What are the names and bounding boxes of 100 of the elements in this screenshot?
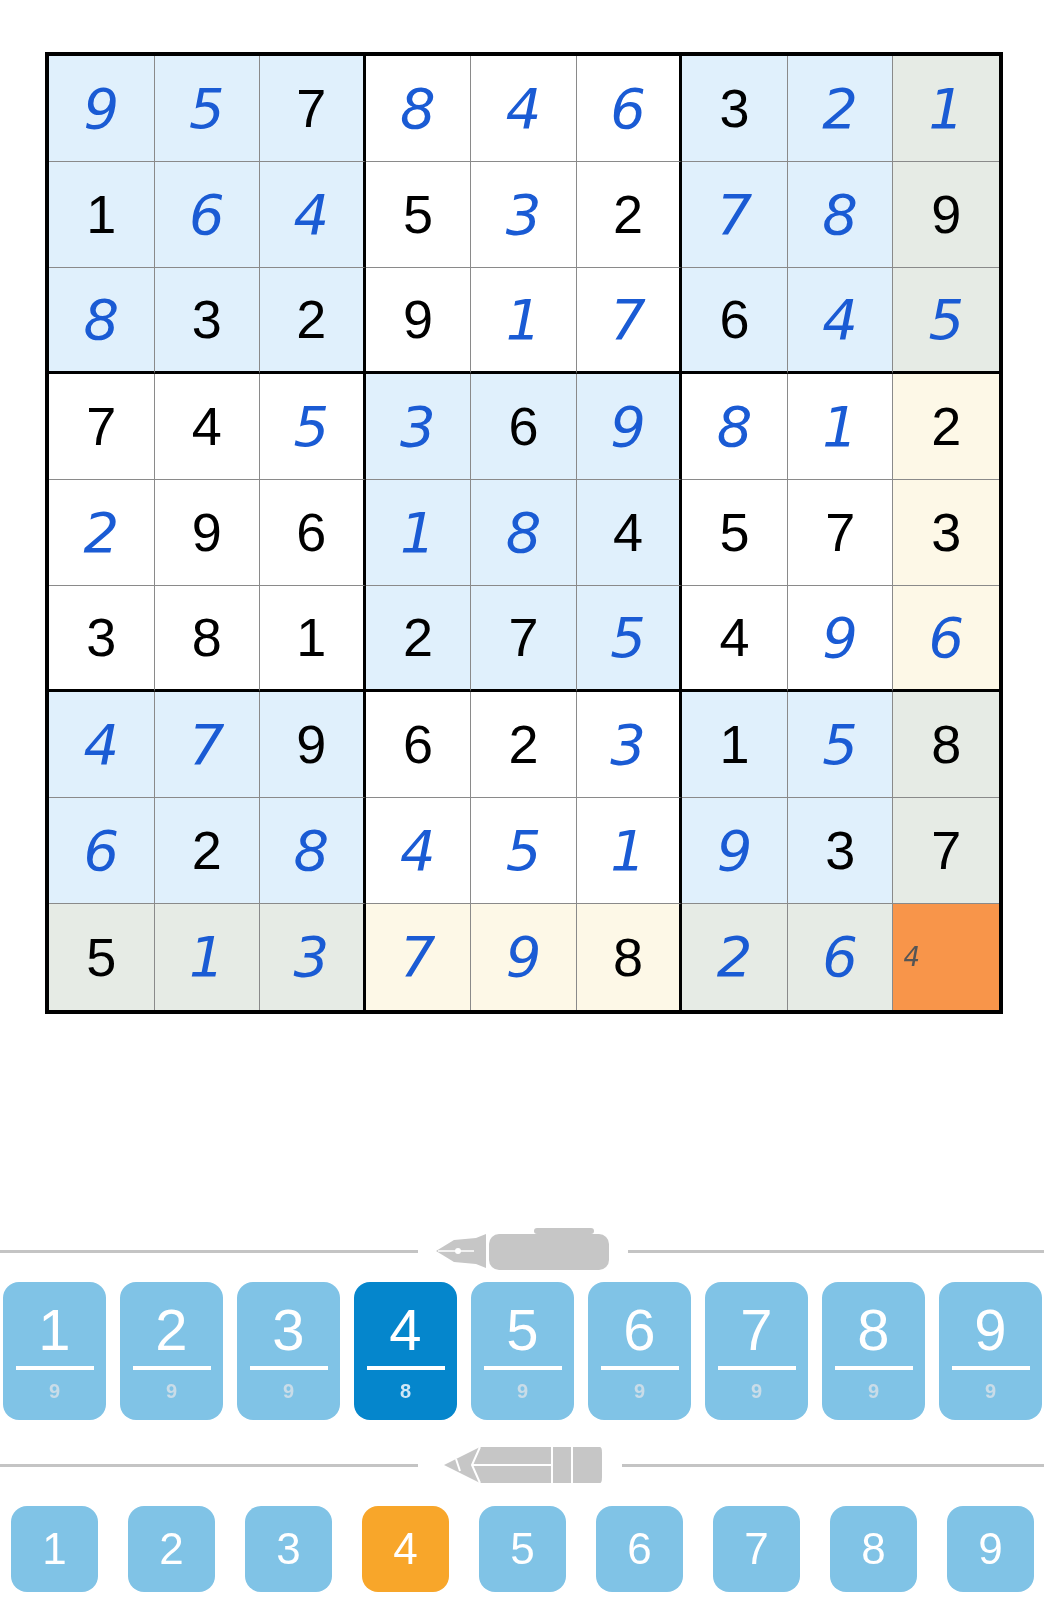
sudoku-cell[interactable]: 1 <box>682 692 788 798</box>
sudoku-cell[interactable]: 5 <box>893 268 999 374</box>
digit-button[interactable]: 4 8 <box>354 1282 457 1420</box>
sudoku-cell[interactable]: 6 <box>471 374 577 480</box>
sudoku-cell[interactable]: 6 <box>154 162 261 268</box>
sudoku-cell[interactable]: 4 <box>893 904 999 1010</box>
sudoku-cell[interactable]: 2 <box>787 56 894 162</box>
sudoku-cell[interactable]: 9 <box>365 268 472 374</box>
sudoku-cell[interactable]: 4 <box>260 162 366 268</box>
digit-label: 4 <box>389 1298 422 1362</box>
sudoku-cell[interactable]: 8 <box>576 904 683 1010</box>
digit-label: 3 <box>272 1298 305 1362</box>
sudoku-cell[interactable]: 5 <box>471 798 577 904</box>
sudoku-cell[interactable]: 8 <box>787 162 894 268</box>
sudoku-cell[interactable]: 9 <box>893 162 999 268</box>
remaining-count: 9 <box>282 1379 295 1404</box>
digit-label: 1 <box>38 1298 71 1362</box>
sudoku-cell[interactable]: 3 <box>682 56 788 162</box>
sudoku-cell[interactable]: 5 <box>365 162 472 268</box>
sudoku-cell[interactable]: 7 <box>49 374 155 480</box>
sudoku-cell[interactable]: 5 <box>49 904 155 1010</box>
digit-label: 6 <box>623 1298 656 1362</box>
sudoku-cell[interactable]: 2 <box>260 268 366 374</box>
sudoku-cell[interactable]: 3 <box>787 798 894 904</box>
digit-label: 2 <box>155 1298 188 1362</box>
sudoku-cell[interactable]: 6 <box>576 56 683 162</box>
sudoku-cell[interactable]: 3 <box>893 480 999 586</box>
sudoku-cell[interactable]: 9 <box>787 586 894 692</box>
sudoku-cell[interactable]: 6 <box>893 586 999 692</box>
sudoku-cell[interactable]: 5 <box>787 692 894 798</box>
sudoku-cell[interactable]: 5 <box>154 56 261 162</box>
sudoku-cell[interactable]: 9 <box>471 904 577 1010</box>
sudoku-cell[interactable]: 1 <box>893 56 999 162</box>
sudoku-cell[interactable]: 7 <box>154 692 261 798</box>
sudoku-cell[interactable]: 2 <box>893 374 999 480</box>
sudoku-cell[interactable]: 7 <box>576 268 683 374</box>
sudoku-cell[interactable]: 7 <box>471 586 577 692</box>
sudoku-cell[interactable]: 5 <box>682 480 788 586</box>
digit-label: 9 <box>974 1298 1007 1362</box>
sudoku-cell[interactable]: 6 <box>682 268 788 374</box>
remaining-count: 9 <box>165 1379 178 1404</box>
sudoku-cell[interactable]: 2 <box>365 586 472 692</box>
sudoku-cell[interactable]: 9 <box>576 374 683 480</box>
sudoku-cell[interactable]: 8 <box>682 374 788 480</box>
sudoku-cell[interactable]: 1 <box>787 374 894 480</box>
sudoku-cell[interactable]: 3 <box>49 586 155 692</box>
sudoku-cell[interactable]: 7 <box>682 162 788 268</box>
sudoku-cell[interactable]: 7 <box>260 56 366 162</box>
sudoku-cell[interactable]: 8 <box>260 798 366 904</box>
sudoku-cell[interactable]: 8 <box>893 692 999 798</box>
sudoku-cell[interactable]: 6 <box>787 904 894 1010</box>
sudoku-cell[interactable]: 4 <box>49 692 155 798</box>
sudoku-cell[interactable]: 2 <box>471 692 577 798</box>
sudoku-cell[interactable]: 3 <box>260 904 366 1010</box>
sudoku-cell[interactable]: 4 <box>576 480 683 586</box>
sudoku-cell[interactable]: 7 <box>365 904 472 1010</box>
sudoku-cell[interactable]: 6 <box>49 798 155 904</box>
sudoku-cell[interactable]: 3 <box>576 692 683 798</box>
remaining-count: 9 <box>984 1379 997 1404</box>
remaining-count: 9 <box>867 1379 880 1404</box>
sudoku-cell[interactable]: 5 <box>260 374 366 480</box>
sudoku-cell[interactable]: 3 <box>154 268 261 374</box>
sudoku-cell[interactable]: 1 <box>576 798 683 904</box>
sudoku-cell[interactable]: 8 <box>49 268 155 374</box>
sudoku-cell[interactable]: 9 <box>49 56 155 162</box>
sudoku-cell[interactable]: 9 <box>154 480 261 586</box>
sudoku-cell[interactable]: 8 <box>365 56 472 162</box>
sudoku-cell[interactable]: 1 <box>260 586 366 692</box>
sudoku-cell[interactable]: 6 <box>365 692 472 798</box>
sudoku-cell[interactable]: 2 <box>576 162 683 268</box>
sudoku-cell[interactable]: 9 <box>260 692 366 798</box>
sudoku-cell[interactable]: 1 <box>365 480 472 586</box>
remaining-count: 9 <box>750 1379 763 1404</box>
sudoku-cell[interactable]: 9 <box>682 798 788 904</box>
digit-label: 5 <box>506 1298 539 1362</box>
sudoku-cell[interactable]: 2 <box>49 480 155 586</box>
sudoku-cell[interactable]: 6 <box>260 480 366 586</box>
sudoku-cell[interactable]: 1 <box>154 904 261 1010</box>
sudoku-cell[interactable]: 4 <box>787 268 894 374</box>
sudoku-cell[interactable]: 3 <box>471 162 577 268</box>
sudoku-cell[interactable]: 4 <box>365 798 472 904</box>
sudoku-cell[interactable]: 7 <box>893 798 999 904</box>
sudoku-cell[interactable]: 3 <box>365 374 472 480</box>
sudoku-cell[interactable]: 8 <box>154 586 261 692</box>
remaining-count: 9 <box>48 1379 61 1404</box>
remaining-count: 9 <box>516 1379 529 1404</box>
remaining-count: 8 <box>399 1379 412 1404</box>
sudoku-cell[interactable]: 4 <box>682 586 788 692</box>
sudoku-cell[interactable]: 1 <box>49 162 155 268</box>
pencil-note: 4 <box>903 940 920 974</box>
sudoku-cell[interactable]: 7 <box>787 480 894 586</box>
sudoku-cell[interactable]: 8 <box>471 480 577 586</box>
sudoku-cell[interactable]: 4 <box>471 56 577 162</box>
sudoku-cell[interactable]: 1 <box>471 268 577 374</box>
sudoku-cell[interactable]: 5 <box>576 586 683 692</box>
sudoku-cell[interactable]: 4 <box>154 374 261 480</box>
sudoku-cell[interactable]: 2 <box>154 798 261 904</box>
digit-label: 7 <box>740 1298 773 1362</box>
digit-label: 8 <box>857 1298 890 1362</box>
sudoku-cell[interactable]: 2 <box>682 904 788 1010</box>
